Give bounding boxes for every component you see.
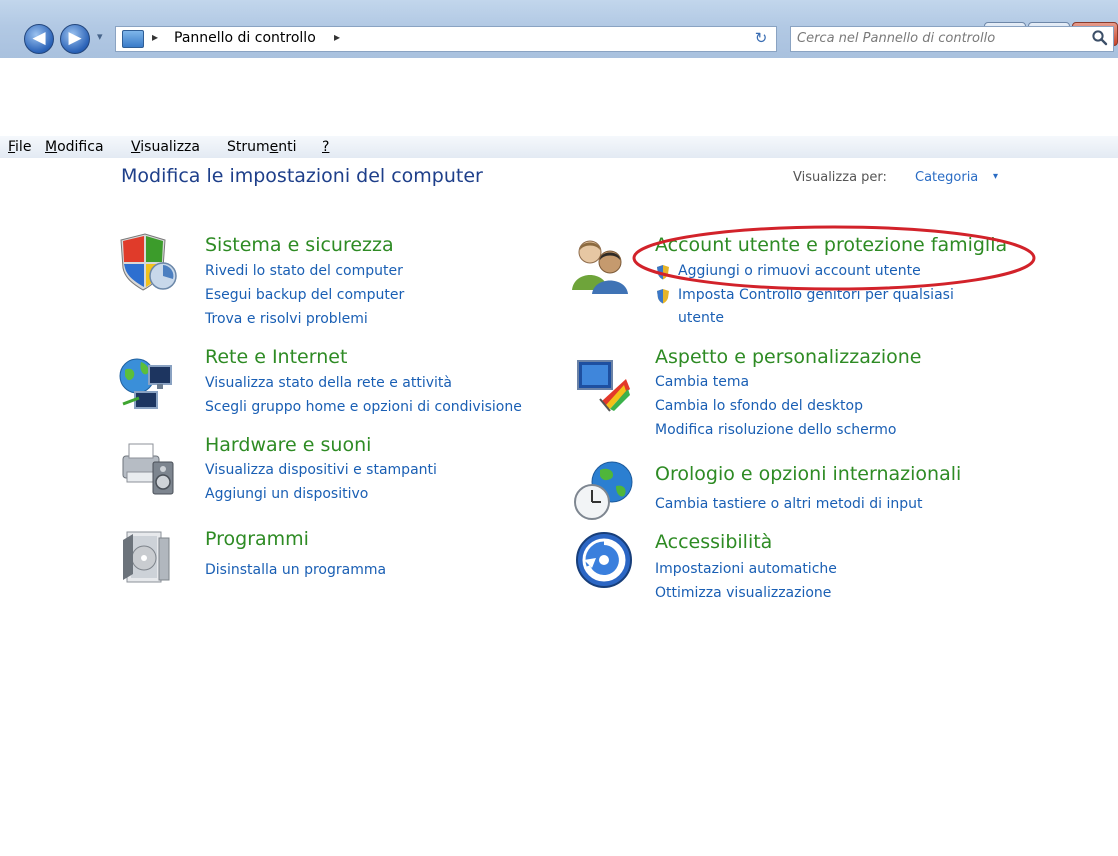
page-title: Modifica le impostazioni del computer (121, 165, 483, 187)
link-optimize-display[interactable]: Ottimizza visualizzazione (655, 585, 831, 601)
category-title-programs[interactable]: Programmi (205, 528, 309, 550)
view-by-caret-icon[interactable]: ▾ (993, 171, 998, 182)
accessibility-icon[interactable] (574, 530, 634, 590)
address-bar[interactable]: ▸ Pannello di controllo ▸ ▾ (115, 26, 862, 52)
link-add-device[interactable]: Aggiungi un dispositivo (205, 486, 368, 502)
back-button[interactable]: ◀ (24, 24, 54, 54)
search-icon[interactable] (1091, 29, 1109, 47)
category-title-hardware-sound[interactable]: Hardware e suoni (205, 434, 371, 456)
view-by-dropdown[interactable]: Categoria (915, 170, 978, 185)
link-screen-resolution[interactable]: Modifica risoluzione dello schermo (655, 422, 896, 438)
title-bar[interactable]: — □ ✕ ◀ ▶ ▾ ▸ Pannello di controllo ▸ (0, 0, 1118, 58)
forward-arrow-icon: ▶ (68, 28, 82, 48)
category-title-system-security[interactable]: Sistema e sicurezza (205, 234, 394, 256)
menu-help[interactable]: ? (322, 139, 329, 155)
recent-pages-chevron-icon[interactable]: ▾ (97, 30, 103, 43)
appearance-icon[interactable] (572, 355, 632, 415)
menu-visualizza[interactable]: Visualizza (131, 139, 200, 155)
breadcrumb-control-panel[interactable]: Pannello di controllo (174, 30, 316, 46)
users-icon[interactable] (570, 234, 630, 294)
link-change-wallpaper[interactable]: Cambia lo sfondo del desktop (655, 398, 863, 414)
link-homegroup-sharing[interactable]: Scegli gruppo home e opzioni di condivis… (205, 399, 522, 415)
link-devices-printers[interactable]: Visualizza dispositivi e stampanti (205, 462, 437, 478)
control-panel-window: — □ ✕ ◀ ▶ ▾ ▸ Pannello di controllo ▸ (0, 0, 1118, 856)
menu-modifica[interactable]: Modifica (45, 139, 104, 155)
search-input[interactable] (797, 27, 1077, 49)
search-box[interactable] (790, 26, 1114, 52)
uac-shield-icon (657, 289, 669, 304)
category-title-network-internet[interactable]: Rete e Internet (205, 346, 347, 368)
link-troubleshoot[interactable]: Trova e risolvi problemi (205, 311, 368, 327)
refresh-icon: ↻ (754, 29, 768, 47)
network-globe-icon[interactable] (117, 352, 177, 412)
link-backup-computer[interactable]: Esegui backup del computer (205, 287, 404, 303)
link-network-status[interactable]: Visualizza stato della rete e attività (205, 375, 452, 391)
link-automatic-settings[interactable]: Impostazioni automatiche (655, 561, 837, 577)
menu-strumenti[interactable]: Strumenti (227, 139, 297, 155)
category-title-appearance[interactable]: Aspetto e personalizzazione (655, 346, 921, 368)
refresh-button[interactable]: ↻ (748, 26, 774, 50)
back-arrow-icon: ◀ (32, 28, 46, 48)
category-title-accessibility[interactable]: Accessibilità (655, 531, 772, 553)
view-by-label: Visualizza per: (793, 170, 887, 185)
navigation-bar: ◀ ▶ ▾ ▸ Pannello di controllo ▸ ▾ ↻ (0, 22, 1118, 56)
control-panel-icon (122, 30, 144, 48)
programs-icon[interactable] (117, 526, 177, 586)
forward-button[interactable]: ▶ (60, 24, 90, 54)
clock-globe-icon[interactable] (572, 458, 638, 524)
link-parental-controls[interactable]: Imposta Controllo genitori per qualsiasi (678, 287, 954, 303)
breadcrumb-separator-icon[interactable]: ▸ (152, 30, 158, 44)
link-parental-controls-cont[interactable]: utente (678, 310, 724, 326)
link-add-remove-accounts[interactable]: Aggiungi o rimuovi account utente (678, 263, 921, 279)
menu-file[interactable]: File (8, 139, 31, 155)
link-change-theme[interactable]: Cambia tema (655, 374, 749, 390)
category-title-user-accounts[interactable]: Account utente e protezione famiglia (655, 234, 1007, 256)
link-review-computer-status[interactable]: Rivedi lo stato del computer (205, 263, 403, 279)
link-uninstall-program[interactable]: Disinstalla un programma (205, 562, 386, 578)
category-title-clock-region[interactable]: Orologio e opzioni internazionali (655, 463, 961, 485)
printer-speaker-icon[interactable] (117, 438, 177, 498)
link-change-keyboards[interactable]: Cambia tastiere o altri metodi di input (655, 496, 923, 512)
uac-shield-icon (657, 265, 669, 280)
breadcrumb-separator-icon[interactable]: ▸ (334, 30, 340, 44)
menu-bar: File Modifica Visualizza Strumenti ? (0, 136, 1118, 159)
shield-icon[interactable] (117, 232, 177, 292)
